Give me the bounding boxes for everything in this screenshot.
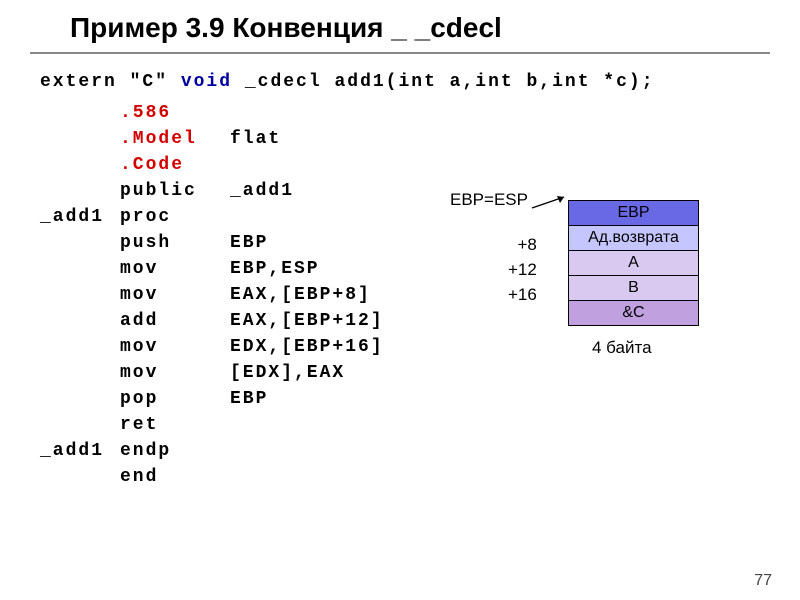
stack-diagram: EBP=ESP +8 +12 +16 EBP Ад.возврата A B &… bbox=[460, 190, 780, 410]
code-label: _add1 bbox=[40, 204, 120, 230]
code-arg: flat bbox=[230, 126, 281, 152]
code-label: _add1 bbox=[40, 438, 120, 464]
stack-row-a: A bbox=[569, 251, 699, 276]
code-opcode: end bbox=[120, 464, 230, 490]
stack-row-ebp: EBP bbox=[569, 201, 699, 226]
code-arg: EAX,[EBP+12] bbox=[230, 308, 384, 334]
label-four-bytes: 4 байта bbox=[592, 338, 652, 358]
code-opcode: mov bbox=[120, 334, 230, 360]
stack-offsets: +8 +12 +16 bbox=[508, 232, 537, 307]
offset-8: +8 bbox=[508, 232, 537, 257]
code-opcode: public bbox=[120, 178, 230, 204]
code-opcode: mov bbox=[120, 256, 230, 282]
code-arg: EBP bbox=[230, 230, 268, 256]
code-line: .Code bbox=[40, 152, 800, 178]
c-declaration: extern "C" void _cdecl add1(int a,int b,… bbox=[0, 54, 800, 100]
code-arg: EBP,ESP bbox=[230, 256, 320, 282]
decl-part1: extern "C" bbox=[40, 72, 181, 92]
stack-table: EBP Ад.возврата A B &C bbox=[568, 200, 699, 326]
code-opcode: push bbox=[120, 230, 230, 256]
code-opcode: ret bbox=[120, 412, 230, 438]
offset-16: +16 bbox=[508, 282, 537, 307]
code-opcode: endp bbox=[120, 438, 230, 464]
code-arg: _add1 bbox=[230, 178, 294, 204]
title-bar: Пример 3.9 Конвенция _ _cdecl bbox=[30, 0, 770, 54]
decl-part2: _cdecl add1(int a,int b,int *c); bbox=[232, 72, 654, 92]
stack-row-c: &C bbox=[569, 301, 699, 326]
code-opcode: mov bbox=[120, 282, 230, 308]
stack-row-b: B bbox=[569, 276, 699, 301]
code-line: ret bbox=[40, 412, 800, 438]
offset-12: +12 bbox=[508, 257, 537, 282]
pointer-arrow-icon bbox=[530, 194, 570, 210]
slide-title: Пример 3.9 Конвенция _ _cdecl bbox=[70, 12, 730, 44]
code-line: _add1endp bbox=[40, 438, 800, 464]
label-ebp-esp: EBP=ESP bbox=[450, 190, 528, 210]
code-opcode: add bbox=[120, 308, 230, 334]
code-line: .586 bbox=[40, 100, 800, 126]
code-opcode: proc bbox=[120, 204, 230, 230]
code-arg: [EDX],EAX bbox=[230, 360, 345, 386]
code-opcode: pop bbox=[120, 386, 230, 412]
code-opcode: mov bbox=[120, 360, 230, 386]
code-arg: EAX,[EBP+8] bbox=[230, 282, 371, 308]
code-arg: EBP bbox=[230, 386, 268, 412]
code-arg: EDX,[EBP+16] bbox=[230, 334, 384, 360]
decl-keyword: void bbox=[181, 72, 232, 92]
page-number: 77 bbox=[754, 572, 772, 590]
code-opcode: .Code bbox=[120, 152, 230, 178]
code-opcode: .Model bbox=[120, 126, 230, 152]
code-line: end bbox=[40, 464, 800, 490]
stack-row-return: Ад.возврата bbox=[569, 226, 699, 251]
code-line: .Modelflat bbox=[40, 126, 800, 152]
code-opcode: .586 bbox=[120, 100, 230, 126]
